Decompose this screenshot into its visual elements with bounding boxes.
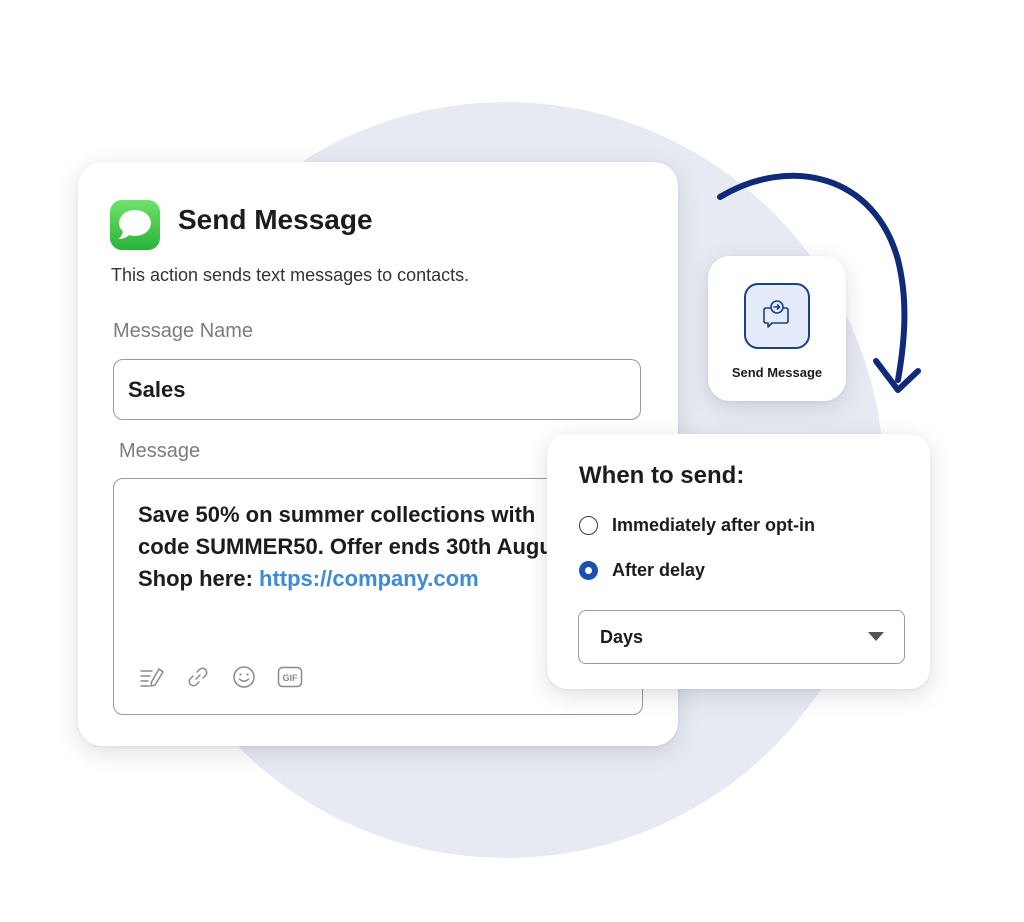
delay-unit-value: Days <box>600 627 644 647</box>
card-title: Send Message <box>178 204 373 235</box>
messages-app-icon <box>110 200 160 250</box>
option-label: After delay <box>612 559 706 580</box>
option-immediately[interactable]: Immediately after opt-in <box>579 513 815 537</box>
message-toolbar: GIF <box>134 662 308 692</box>
message-label: Message <box>119 440 201 462</box>
card-description: This action sends text messages to conta… <box>111 265 470 285</box>
chevron-down-icon <box>868 632 884 641</box>
link-icon[interactable] <box>180 662 216 692</box>
message-link[interactable]: https://company.com <box>259 566 479 591</box>
radio-button[interactable] <box>579 515 598 535</box>
message-name-label: Message Name <box>113 320 254 342</box>
emoji-icon[interactable] <box>226 662 262 692</box>
gif-icon[interactable]: GIF <box>272 662 308 692</box>
text-edit-icon[interactable] <box>134 662 170 692</box>
option-label: Immediately after opt-in <box>612 514 816 535</box>
speech-bubble-icon <box>118 210 151 239</box>
when-to-send-card: When to send: Immediately after opt-in A… <box>547 434 930 689</box>
delay-unit-select[interactable]: Days <box>578 610 905 664</box>
curved-arrow-icon <box>717 172 921 393</box>
message-line-prefix: Shop here: <box>138 566 260 591</box>
radio-button-selected[interactable] <box>579 560 598 580</box>
when-to-send-title: When to send: <box>579 462 745 489</box>
gif-icon-text: GIF <box>283 673 299 683</box>
message-name-input[interactable] <box>113 359 641 420</box>
option-after-delay[interactable]: After delay <box>579 558 705 582</box>
